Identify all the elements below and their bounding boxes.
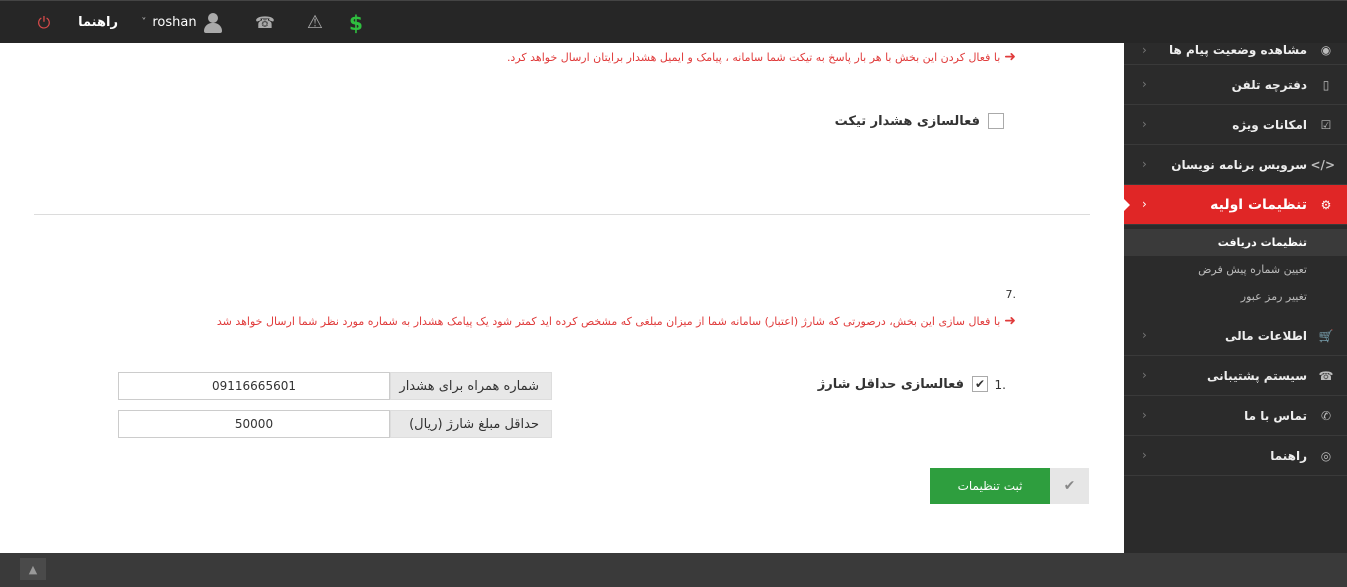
ticket-warning-note: ➜ با فعال کردن این بخش با هر بار پاسخ به… [507,49,1016,65]
username: roshan [152,15,197,30]
settings-submenu: تنظیمات دریافت تعیین شماره پیش فرض تغییر… [1124,225,1347,316]
lifebuoy-icon: ◎ [1320,448,1332,463]
chevron-left-icon: ‹ [1142,328,1147,342]
eye-icon: ◉ [1320,43,1332,57]
chevron-left-icon: ‹ [1142,157,1147,171]
chevron-left-icon: ‹ [1142,197,1147,211]
min-charge-toggle[interactable]: ✔ فعالسازی حداقل شارژ [818,376,988,392]
sidebar-item-help[interactable]: ◎ راهنما ‹ [1124,436,1347,476]
sidebar-item-label: راهنما [1270,448,1307,463]
chevron-left-icon: ‹ [1142,77,1147,91]
sidebar-item-label: سیستم پشتیبانی [1207,368,1307,383]
ticket-alert-toggle[interactable]: فعالسازی هشدار تیکت [835,113,1004,129]
sidebar-item-basic-settings[interactable]: ⚙ تنظیمات اولیه ‹ [1123,185,1347,225]
ticket-warning-text: با فعال کردن این بخش با هر بار پاسخ به ت… [506,50,1001,64]
chevron-down-icon: ˅ [141,17,147,28]
sidebar-item-label: مشاهده وضعیت پیام ها [1169,43,1307,57]
min-charge-label: فعالسازی حداقل شارژ [817,376,964,392]
cart-icon: 🛒 [1318,328,1334,343]
check-icon[interactable]: ✔ [1050,468,1089,504]
sidebar-item-message-status[interactable]: ◉ مشاهده وضعیت پیام ها ‹ [1124,43,1347,65]
sidebar-item-support-system[interactable]: ☎ سیستم پشتیبانی ‹ [1124,356,1347,396]
sidebar-item-special-features[interactable]: ☑ امکانات ویژه ‹ [1124,105,1347,145]
min-amount-label: حداقل مبلغ شارژ (ریال) [390,410,552,438]
sidebar-item-label: دفترچه تلفن [1231,77,1307,92]
phone-book-icon: ▯ [1322,77,1330,92]
sidebar-item-label: تنظیمات اولیه [1210,196,1307,213]
ticket-alert-label: فعالسازی هشدار تیکت [834,113,980,129]
mobile-label: شماره همراه برای هشدار [390,372,552,400]
phone-icon[interactable]: ☎ [254,1,276,44]
footer: ▲ [0,553,1347,587]
sidebar-item-label: اطلاعات مالی [1224,328,1307,343]
submenu-item-default-number[interactable]: تعیین شماره پیش فرض [1124,256,1347,283]
min-amount-field: حداقل مبلغ شارژ (ریال) 50000 [118,410,552,438]
chevron-left-icon: ‹ [1142,408,1147,422]
handset-icon: ✆ [1320,408,1332,423]
sidebar-item-phonebook[interactable]: ▯ دفترچه تلفن ‹ [1124,65,1347,105]
chevron-left-icon: ‹ [1142,368,1147,382]
min-amount-input[interactable]: 50000 [118,410,390,438]
dollar-icon[interactable]: $ [346,1,366,44]
mobile-input[interactable]: 09116665601 [118,372,390,400]
power-icon[interactable]: ⏻ [34,1,54,44]
charge-warning-note: ➜ با فعال سازی این بخش، درصورتی که شارژ … [217,313,1016,329]
section-divider [34,214,1090,215]
submenu-item-receive-settings[interactable]: تنظیمات دریافت [1124,229,1347,256]
user-menu[interactable]: ˅ roshan [136,1,228,44]
item-number: 1. [994,378,1006,392]
sidebar-item-label: تماس با ما [1244,408,1307,423]
submenu-item-change-password[interactable]: تغییر رمز عبور [1124,283,1347,310]
warning-icon[interactable]: ⚠ [304,1,326,44]
charge-warning-text: با فعال سازی این بخش، درصورتی که شارژ (ا… [216,314,1001,328]
chevron-left-icon: ‹ [1142,117,1147,131]
mobile-field: شماره همراه برای هشدار 09116665601 [118,372,552,400]
checkbox-icon: ☑ [1320,117,1332,132]
sidebar-item-contact-us[interactable]: ✆ تماس با ما ‹ [1124,396,1347,436]
ticket-alert-checkbox[interactable] [988,113,1004,129]
active-indicator [1123,198,1130,212]
main-content: ➜ با فعال کردن این بخش با هر بار پاسخ به… [0,43,1124,553]
chevron-left-icon: ‹ [1142,448,1147,462]
code-icon: </> [1310,157,1336,172]
top-bar: ⏻ راهنما ˅ roshan ☎ ⚠ $ [0,0,1347,43]
sidebar-item-label: امکانات ویژه [1232,117,1307,132]
user-icon [203,12,223,34]
save-button[interactable]: ثبت تنظیمات [930,468,1050,504]
sidebar-item-label: سرویس برنامه نویسان [1171,157,1307,172]
phone-icon: ☎ [1318,368,1334,383]
scroll-up-button[interactable]: ▲ [20,558,46,580]
save-button-group: ثبت تنظیمات ✔ [930,468,1089,504]
arrow-left-icon: ➜ [1004,313,1016,329]
sidebar-item-developer-service[interactable]: </> سرویس برنامه نویسان ‹ [1124,145,1347,185]
sidebar-item-financial-info[interactable]: 🛒 اطلاعات مالی ‹ [1124,316,1347,356]
min-charge-checkbox[interactable]: ✔ [972,376,988,392]
arrow-left-icon: ➜ [1004,49,1016,65]
help-link[interactable]: راهنما [78,1,118,44]
sidebar: ◉ مشاهده وضعیت پیام ها ‹ ▯ دفترچه تلفن ‹… [1123,43,1347,553]
gear-icon: ⚙ [1320,197,1332,212]
section-number: 7. [1005,288,1017,301]
chevron-left-icon: ‹ [1142,43,1147,57]
